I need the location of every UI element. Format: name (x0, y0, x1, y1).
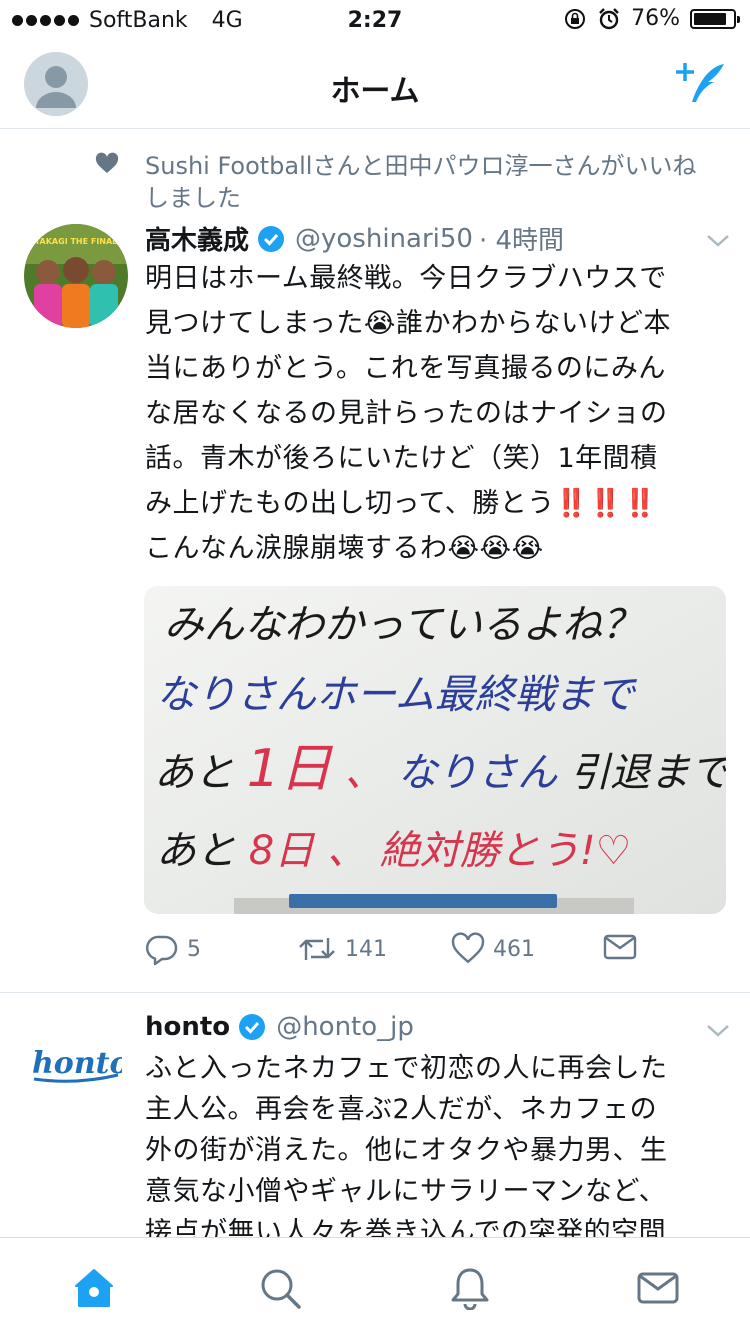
honto-logo[interactable]: honto (30, 1045, 122, 1085)
lock-rotation-icon (565, 8, 586, 29)
messages-icon[interactable] (636, 1266, 680, 1310)
chevron-down-icon[interactable] (706, 1022, 730, 1040)
author-handle[interactable]: @yoshinari50 (295, 224, 473, 254)
whiteboard-ato-1: あと (154, 750, 234, 796)
tweet-line: 主人公。再会を喜ぶ2人だが、ネカフェの (145, 1094, 658, 1125)
tweet-avatar[interactable]: TAKAGI THE FINAL (24, 224, 128, 328)
tweet-text: 明日はホーム最終戦。今日クラブハウスで 見つけてしまった😭誰かわからないけど本 … (145, 256, 730, 571)
like-count: 461 (493, 936, 535, 962)
tweet-line: 見つけてしまった😭誰かわからないけど本 (145, 308, 671, 339)
tweet-time: · 4時間 (478, 226, 565, 256)
dm-button[interactable] (603, 932, 637, 962)
whiteboard-comma-2: 、 (327, 828, 367, 874)
reply-button[interactable]: 5 (145, 932, 201, 966)
author-handle[interactable]: @honto_jp (276, 1012, 414, 1042)
verified-icon (239, 1014, 266, 1040)
tweet-line: こんなん涙腺崩壊するわ😭😭😭 (145, 533, 544, 564)
whiteboard-narisan: なりさん (397, 750, 558, 796)
like-button[interactable]: 461 (451, 932, 535, 966)
tweet-divider (0, 992, 750, 993)
tweet-header: 高木義成 @yoshinari50 · 4時間 (145, 220, 564, 257)
tweet-line: な居なくなるの見計らったのはナイショの (145, 398, 668, 429)
tab-bar (0, 1237, 750, 1335)
tweet-photo[interactable]: みんなわかっているよね？ なりさんホーム最終戦まで あと 1日 、 なりさん 引… (144, 586, 726, 914)
retweet-count: 141 (345, 936, 387, 962)
reply-icon (146, 935, 178, 966)
tweet-line: み上げたもの出し切って、勝とう‼️‼️‼️ (145, 488, 658, 519)
compose-icon[interactable] (674, 58, 728, 108)
whiteboard-comma-1: 、 (345, 750, 385, 796)
heart-icon (95, 152, 119, 173)
whiteboard-1day: 1日 (247, 739, 334, 799)
home-icon[interactable] (72, 1266, 116, 1310)
search-icon[interactable] (258, 1266, 302, 1310)
verified-icon (258, 225, 285, 252)
whiteboard-retire: 引退まで (570, 750, 726, 796)
retweet-button[interactable]: 141 (297, 932, 387, 966)
tweet2-text: ふと入ったネカフェで初恋の人に再会した 主人公。再会を喜ぶ2人だが、ネカフェの … (145, 1048, 730, 1253)
tweet2-header: honto @honto_jp (145, 1012, 414, 1042)
tweet-line: 話。青木が後ろにいたけど（笑）1年間積 (145, 443, 658, 474)
whiteboard-ato-2: あと (156, 828, 236, 874)
tweet-line: ふと入ったネカフェで初恋の人に再会した (145, 1053, 668, 1084)
dm-icon (603, 934, 637, 960)
notifications-icon[interactable] (448, 1266, 492, 1310)
social-context-text[interactable]: Sushi Footballさんと田中パウロ淳一さんがいいねしました (145, 150, 715, 214)
whiteboard-win: 絶対勝とう!♡ (380, 828, 632, 874)
tweet-line: 外の街が消えた。他にオタクや暴力男、生 (145, 1135, 668, 1166)
whiteboard-line-2-text: なりさんホーム最終戦まで (156, 672, 638, 718)
tweet-actions: 5 141 461 (145, 932, 705, 976)
nav-bar: ホーム (0, 40, 750, 129)
tweet-line: 当にありがとう。これを写真撮るのにみん (145, 353, 666, 384)
whiteboard-line-2: なりさんホーム最終戦まで (156, 672, 638, 718)
author-name[interactable]: honto (145, 1012, 230, 1042)
tweet-line: 意気な小僧やギャルにサラリーマンなど、 (145, 1176, 667, 1207)
battery-icon (690, 8, 740, 29)
reply-count: 5 (187, 936, 201, 962)
battery-percent: 76% (631, 6, 680, 31)
retweet-icon (299, 938, 335, 960)
chevron-down-icon[interactable] (706, 232, 730, 250)
whiteboard-line-1: みんなわかっているよね？ (164, 602, 642, 648)
page-title: ホーム (330, 74, 420, 109)
whiteboard-line-4: あと 8日 、 絶対勝とう!♡ (156, 828, 632, 874)
like-icon (451, 932, 485, 964)
whiteboard-8days: 8日 (249, 828, 315, 874)
avatar-caption: TAKAGI THE FINAL (35, 237, 118, 246)
alarm-icon (599, 7, 619, 29)
author-name[interactable]: 高木義成 (145, 220, 249, 257)
status-bar: SoftBank 4G 2:27 76% (0, 0, 750, 40)
tweet-line: 明日はホーム最終戦。今日クラブハウスで (145, 263, 667, 294)
